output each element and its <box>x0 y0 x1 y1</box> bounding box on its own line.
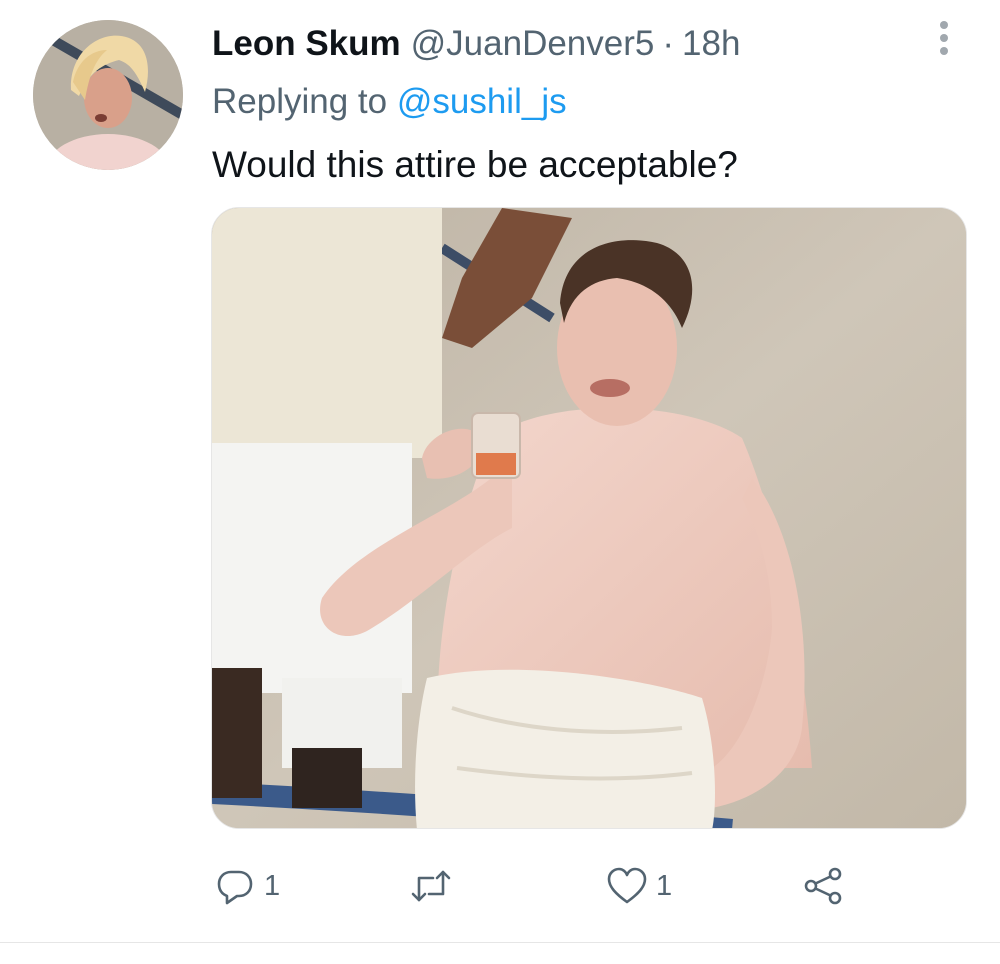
replying-to: Replying to @sushil_js <box>212 80 567 124</box>
tweet-header: Leon Skum @JuanDenver5 · 18h <box>212 22 740 66</box>
like-count: 1 <box>656 869 673 902</box>
retweet-icon <box>408 863 454 909</box>
photo-image <box>212 208 966 828</box>
share-button[interactable] <box>800 860 846 912</box>
replying-to-label: Replying to <box>212 82 388 121</box>
replying-to-handle[interactable]: @sushil_js <box>397 82 567 121</box>
separator-dot: · <box>662 24 675 63</box>
tweet-actions: 1 1 <box>212 860 952 912</box>
more-dot <box>940 34 948 42</box>
reply-button[interactable]: 1 <box>212 860 280 912</box>
share-icon <box>800 863 846 909</box>
more-options-icon[interactable] <box>926 14 962 62</box>
like-icon <box>604 863 650 909</box>
reply-count: 1 <box>264 869 281 902</box>
retweet-button[interactable] <box>408 860 460 912</box>
more-dot <box>940 47 948 55</box>
tweet-photo[interactable] <box>211 207 967 829</box>
reply-icon <box>212 863 258 909</box>
like-button[interactable]: 1 <box>604 860 672 912</box>
avatar-image <box>33 20 183 170</box>
timestamp[interactable]: 18h <box>682 22 740 66</box>
tweet-text: Would this attire be acceptable? <box>212 144 738 185</box>
more-dot <box>940 21 948 29</box>
avatar[interactable] <box>33 20 183 170</box>
display-name[interactable]: Leon Skum <box>212 22 401 66</box>
tweet-card[interactable]: Leon Skum @JuanDenver5 · 18h Replying to… <box>0 0 1000 940</box>
user-handle[interactable]: @JuanDenver5 <box>411 22 655 66</box>
divider <box>0 942 1000 943</box>
